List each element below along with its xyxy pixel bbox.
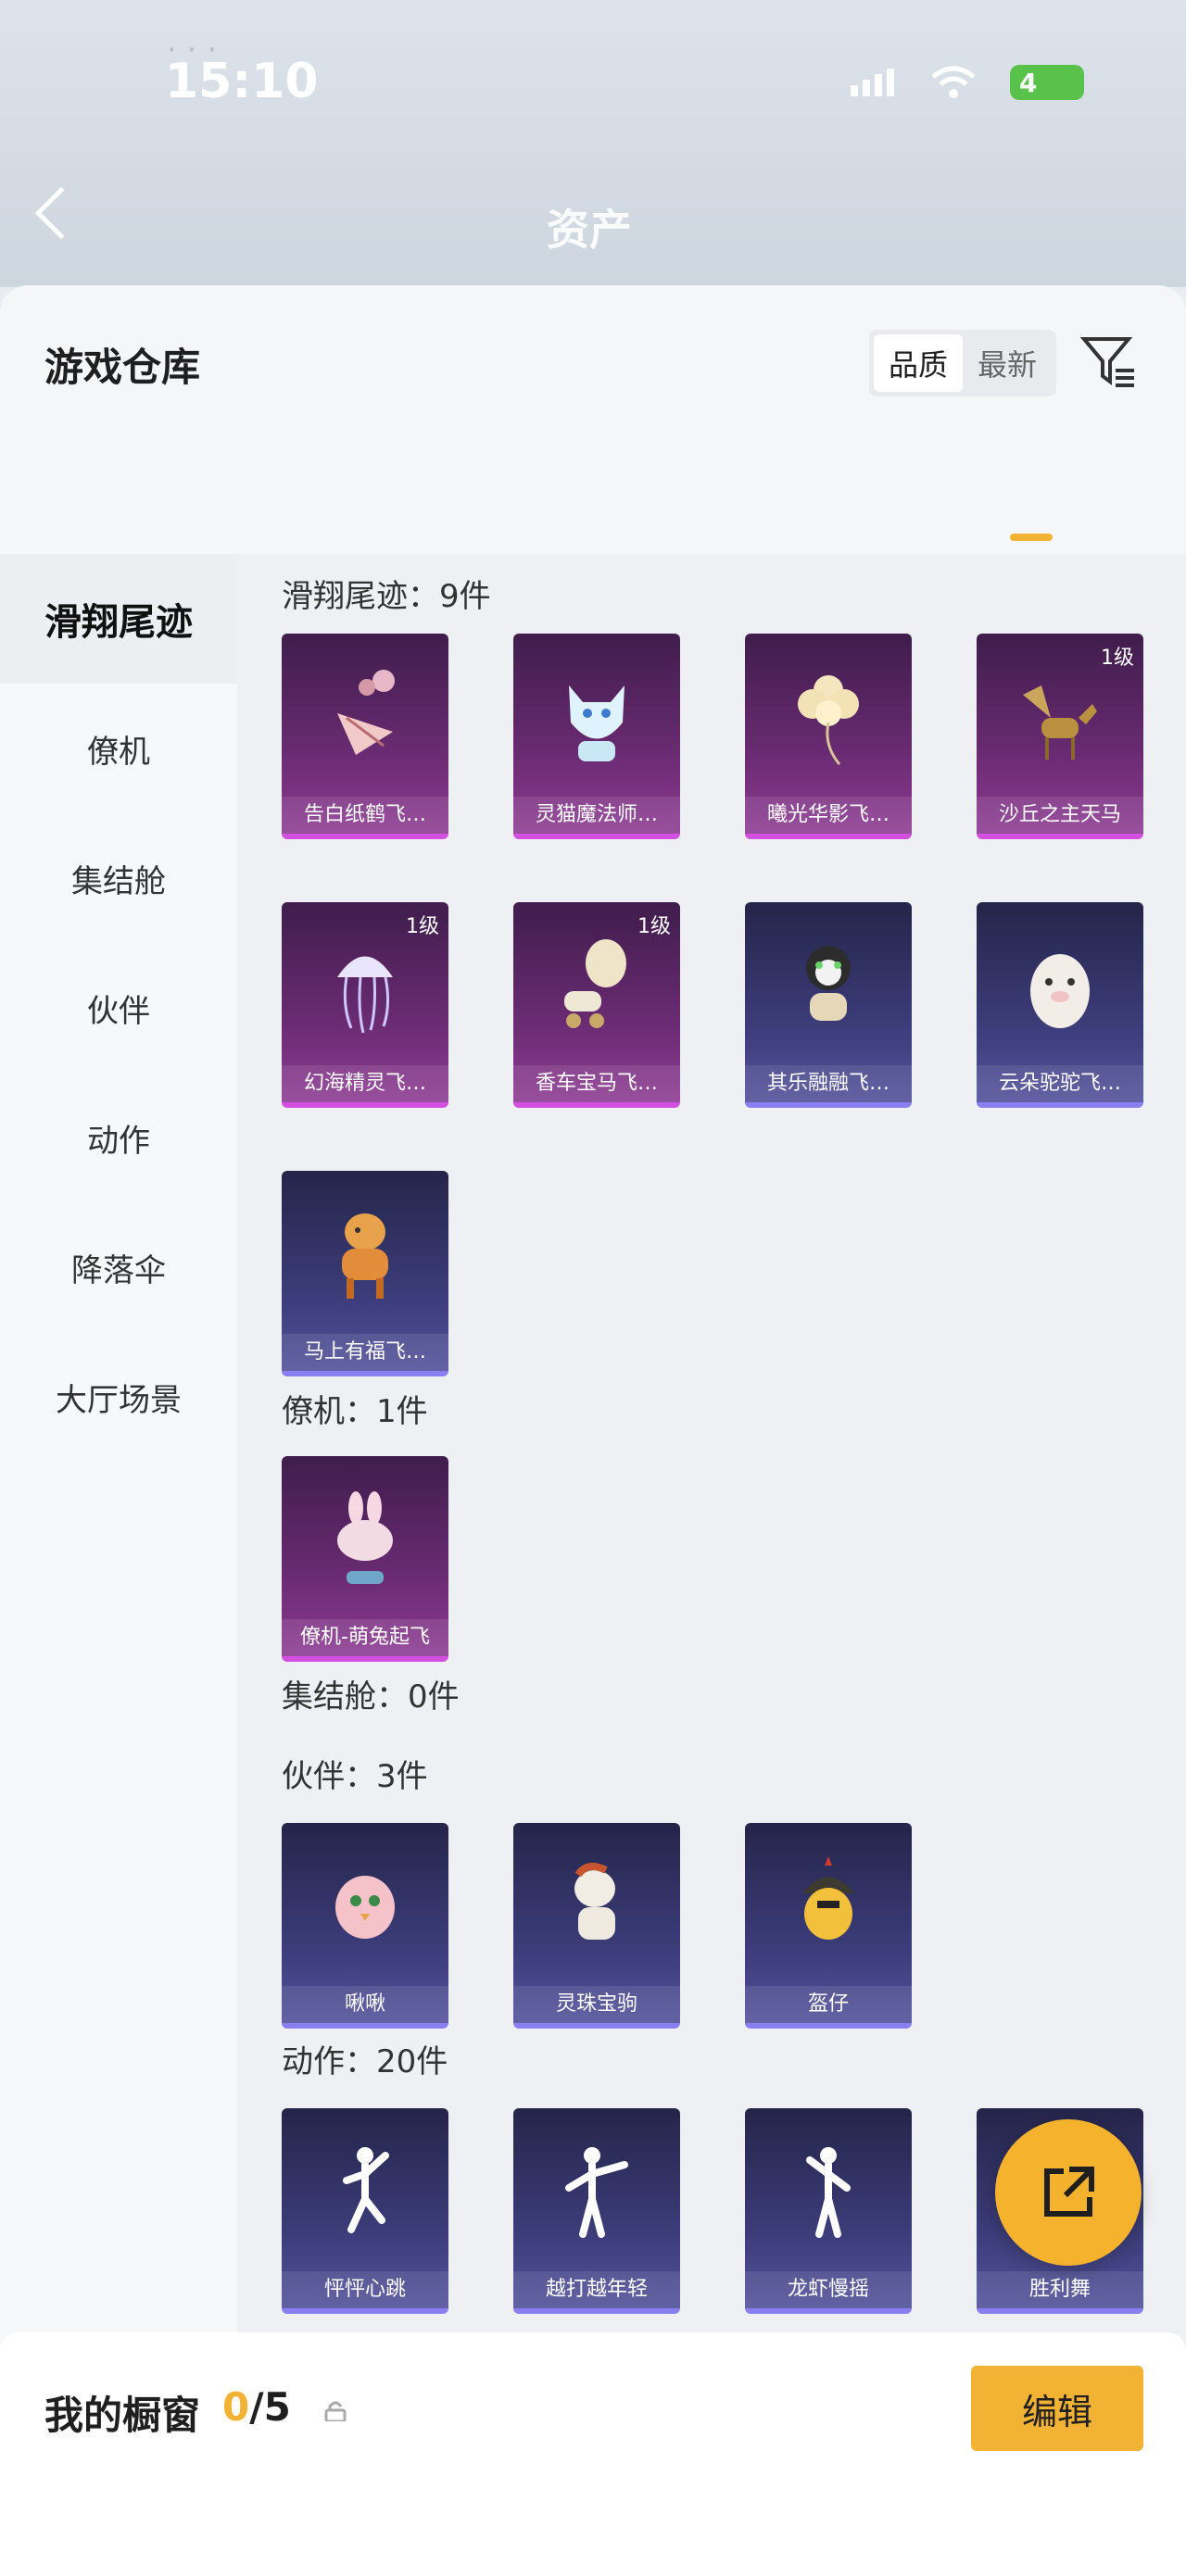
section-title-wingman: 僚机：1件	[282, 1393, 428, 1430]
share-icon	[1044, 2167, 1094, 2217]
showcase-title: 我的橱窗	[44, 2393, 201, 2438]
item-name: 盔仔	[745, 1986, 912, 2023]
nav-title: 资产	[547, 205, 632, 255]
item-name: 灵猫魔法师…	[513, 797, 680, 834]
section-title-partner: 伙伴：3件	[282, 1758, 428, 1795]
lock-icon	[324, 2401, 347, 2421]
carriage-icon	[564, 939, 626, 1028]
item-card[interactable]: 僚机-萌兔起飞	[282, 1456, 448, 1662]
edit-button[interactable]: 编辑	[971, 2366, 1143, 2451]
item-name: 幻海精灵飞…	[282, 1065, 448, 1102]
signal-icon	[851, 69, 894, 96]
item-name: 越打越年轻	[513, 2271, 680, 2308]
item-name: 香车宝马飞…	[513, 1065, 680, 1102]
cat-icon	[569, 685, 625, 761]
battery-level: 4	[1019, 67, 1038, 98]
item-name: 灵珠宝驹	[513, 1986, 680, 2023]
warehouse-sheet: 游戏仓库 品质 最新 时装206 枪械56 装备71 载具1 战备51 滑翔尾迹…	[0, 285, 1186, 2576]
sidebar-item-action[interactable]: 动作	[0, 1073, 237, 1202]
item-card[interactable]: 云朵驼驼飞…	[977, 902, 1143, 1108]
item-name: 马上有福飞…	[282, 1334, 448, 1371]
sidebar-item-parachute[interactable]: 降落伞	[0, 1202, 237, 1332]
item-name: 曦光华影飞…	[745, 797, 912, 834]
share-button[interactable]	[995, 2119, 1142, 2266]
jellyfish-icon	[337, 956, 393, 1034]
item-card[interactable]: 灵猫魔法师…	[513, 634, 680, 839]
chick-icon	[335, 1876, 395, 1939]
status-time: 15:10	[165, 54, 319, 109]
item-card[interactable]: 1级 幻海精灵飞…	[282, 902, 448, 1108]
item-card[interactable]: 灵珠宝驹	[513, 1823, 680, 2029]
item-name: 告白纸鹤飞…	[282, 797, 448, 834]
status-bar: · · · 15:10 4 资产	[0, 0, 1186, 287]
pony-icon	[574, 1863, 615, 1940]
flower-icon	[798, 675, 859, 765]
back-icon[interactable]	[34, 186, 88, 240]
helmet-chick-icon	[802, 1856, 854, 1940]
horse-icon	[342, 1213, 388, 1299]
item-card[interactable]: 盔仔	[745, 1823, 912, 2029]
sidebar-item-glide[interactable]: 滑翔尾迹	[0, 554, 237, 684]
item-name: 云朵驼驼飞…	[977, 1065, 1143, 1102]
sidebar-item-lobby[interactable]: 大厅场景	[0, 1332, 237, 1462]
penguin-icon	[806, 946, 851, 1021]
item-card[interactable]: 1级 沙丘之主天马	[977, 634, 1143, 839]
section-title-glide: 滑翔尾迹：9件	[282, 578, 491, 615]
wifi-icon	[931, 66, 976, 98]
battery-icon: 4	[1010, 65, 1084, 100]
sort-newest-button[interactable]: 最新	[963, 334, 1052, 392]
showcase-bar: 我的橱窗 0/5 编辑	[0, 2332, 1186, 2576]
paper-crane-icon	[337, 670, 395, 755]
item-name: 沙丘之主天马	[977, 797, 1143, 834]
active-tab-indicator	[1010, 534, 1053, 541]
item-card[interactable]: 龙虾慢摇	[745, 2108, 912, 2314]
item-name: 僚机-萌兔起飞	[282, 1619, 448, 1656]
item-card[interactable]: 啾啾	[282, 1823, 448, 2029]
filter-icon[interactable]	[1080, 333, 1136, 389]
dance-figure-icon	[806, 2147, 851, 2238]
item-card[interactable]: 曦光华影飞…	[745, 634, 912, 839]
sidebar-item-capsule[interactable]: 集结舱	[0, 813, 237, 943]
dance-figure-icon	[565, 2147, 628, 2238]
item-card[interactable]: 其乐融融飞…	[745, 902, 912, 1108]
sidebar-item-wingman[interactable]: 僚机	[0, 684, 237, 813]
item-card[interactable]: 告白纸鹤飞…	[282, 634, 448, 839]
showcase-count-total: /5	[249, 2384, 291, 2430]
sidebar-item-partner[interactable]: 伙伴	[0, 943, 237, 1073]
section-title-capsule: 集结舱：0件	[282, 1678, 460, 1715]
dance-figure-icon	[343, 2147, 389, 2233]
alpaca-icon	[1030, 954, 1090, 1028]
item-name: 怦怦心跳	[282, 2271, 448, 2308]
item-name: 其乐融融飞…	[745, 1065, 912, 1102]
pegasus-icon	[1023, 685, 1097, 760]
item-grid: 滑翔尾迹：9件 告白纸鹤飞… 灵猫魔法师… 曦光华影飞… 1级 沙丘之主天马 1…	[237, 554, 1186, 2576]
sidebar: 滑翔尾迹 僚机 集结舱 伙伴 动作 降落伞 大厅场景	[0, 554, 237, 2576]
item-name: 胜利舞	[977, 2271, 1143, 2308]
showcase-count: 0/5	[222, 2384, 291, 2430]
item-name: 啾啾	[282, 1986, 448, 2023]
item-card[interactable]: 越打越年轻	[513, 2108, 680, 2314]
rabbit-icon	[337, 1491, 393, 1584]
section-title-action: 动作：20件	[282, 2043, 448, 2080]
item-card[interactable]: 1级 香车宝马飞…	[513, 902, 680, 1108]
sheet-title: 游戏仓库	[44, 345, 201, 390]
showcase-count-used: 0	[222, 2384, 250, 2430]
sort-toggle: 品质 最新	[869, 330, 1056, 396]
sort-quality-button[interactable]: 品质	[874, 334, 963, 392]
status-icons: 4	[851, 65, 1084, 100]
category-tabs: 时装206 枪械56 装备71 载具1 战备51	[0, 445, 1186, 661]
item-name: 龙虾慢摇	[745, 2271, 912, 2308]
item-card[interactable]: 马上有福飞…	[282, 1171, 448, 1376]
item-card[interactable]: 怦怦心跳	[282, 2108, 448, 2314]
